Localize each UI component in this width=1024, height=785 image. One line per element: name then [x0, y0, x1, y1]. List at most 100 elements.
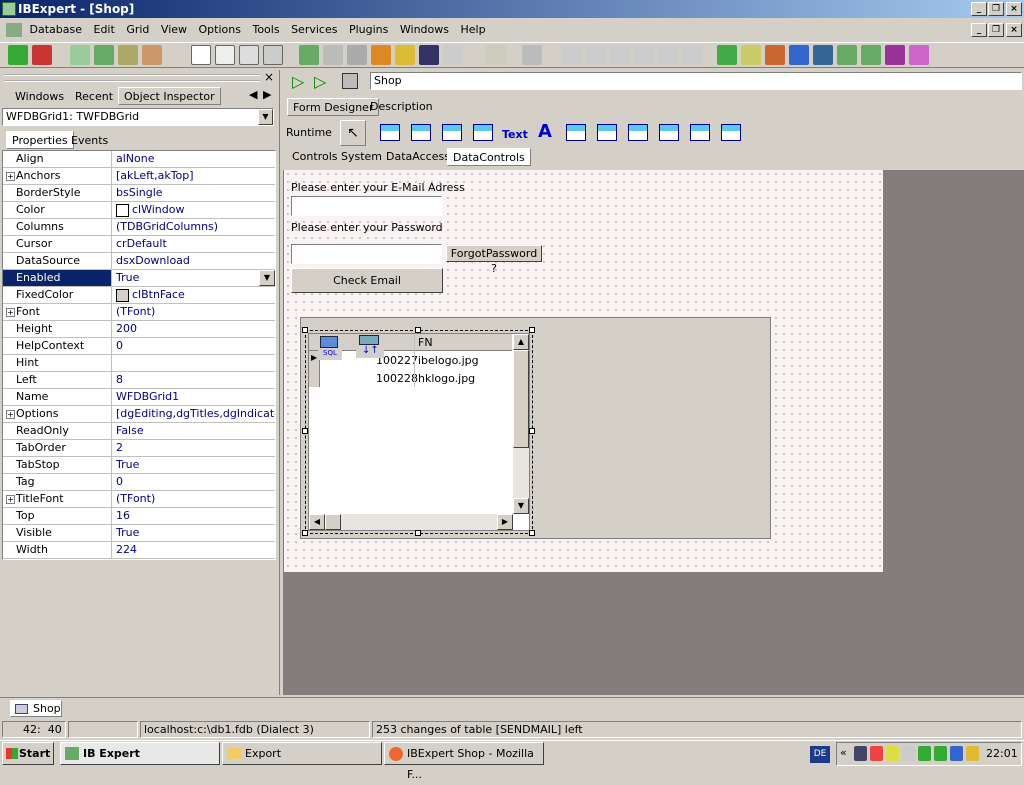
- replace-icon[interactable]: [681, 45, 702, 65]
- hscroll-thumb[interactable]: [325, 514, 341, 530]
- palette-tab-controls[interactable]: Controls: [287, 148, 343, 166]
- menu-edit[interactable]: Edit: [90, 23, 119, 36]
- property-name[interactable]: DataSource: [3, 253, 112, 269]
- tab-scroll-left-icon[interactable]: ◀: [249, 88, 257, 101]
- property-row[interactable]: Columns (TDBGridColumns): [3, 219, 275, 236]
- property-name[interactable]: Visible: [3, 525, 112, 541]
- check-email-button[interactable]: Check Email: [291, 268, 443, 293]
- chevron-down-icon[interactable]: ▼: [258, 109, 273, 125]
- restore-icon[interactable]: ❐: [988, 2, 1004, 16]
- cross-icon[interactable]: [885, 45, 905, 65]
- property-row[interactable]: Top 16: [3, 508, 275, 525]
- open-icon[interactable]: [215, 45, 235, 65]
- property-value[interactable]: 8: [113, 372, 275, 388]
- property-name[interactable]: Align: [3, 151, 112, 167]
- check-icon[interactable]: [861, 45, 881, 65]
- pointer-tool-icon[interactable]: ↖: [340, 120, 366, 146]
- resize-handle[interactable]: [302, 428, 308, 434]
- palette-tab-dataaccess[interactable]: DataAccess: [381, 148, 455, 166]
- cut-icon[interactable]: [561, 45, 582, 65]
- camera-icon[interactable]: [854, 746, 867, 761]
- property-name[interactable]: TabStop: [3, 457, 112, 473]
- grid-cell-id[interactable]: 100228: [376, 372, 418, 385]
- property-value[interactable]: True: [113, 525, 275, 541]
- property-value[interactable]: (TFont): [113, 304, 275, 320]
- eye-icon[interactable]: [966, 746, 979, 761]
- property-name[interactable]: BorderStyle: [3, 185, 112, 201]
- property-value[interactable]: 16: [113, 508, 275, 524]
- dbimage-icon[interactable]: [440, 121, 464, 145]
- backup-icon[interactable]: [141, 45, 162, 65]
- save-icon[interactable]: [239, 45, 259, 65]
- property-value[interactable]: [113, 355, 275, 371]
- panel-grip[interactable]: [4, 74, 260, 82]
- property-name[interactable]: Left: [3, 372, 112, 388]
- property-value[interactable]: clWindow: [113, 202, 275, 218]
- property-value[interactable]: (TDBGridColumns): [113, 219, 275, 235]
- task-export[interactable]: Export: [222, 742, 382, 765]
- property-value[interactable]: 200: [113, 321, 275, 337]
- tray-expand-icon[interactable]: «: [840, 746, 847, 759]
- scroll-right-icon[interactable]: ▶: [497, 514, 513, 530]
- book-icon[interactable]: [418, 45, 439, 65]
- menu-plugins[interactable]: Plugins: [345, 23, 392, 36]
- page-icon[interactable]: [442, 45, 463, 65]
- property-row[interactable]: +Options[dgEditing,dgTitles,dgIndicator…: [3, 406, 275, 423]
- property-value[interactable]: clBtnFace: [113, 287, 275, 303]
- resize-handle[interactable]: [529, 327, 535, 333]
- find-next-icon[interactable]: [657, 45, 678, 65]
- users-icon[interactable]: [370, 45, 391, 65]
- key-icon[interactable]: [394, 45, 415, 65]
- mdi-restore-icon[interactable]: ❐: [988, 23, 1004, 37]
- mdi-close-icon[interactable]: ×: [1006, 23, 1022, 37]
- grid-tray-icon[interactable]: [918, 746, 931, 761]
- tools-icon[interactable]: [717, 45, 737, 65]
- property-value[interactable]: False: [113, 423, 275, 439]
- dbcheck-icon[interactable]: [688, 121, 712, 145]
- tab-object-inspector[interactable]: Object Inspector: [118, 87, 221, 105]
- tab-windows[interactable]: Windows: [10, 88, 69, 106]
- email-input[interactable]: [291, 196, 442, 216]
- dbedit-icon[interactable]: [378, 121, 402, 145]
- scroll-down-icon[interactable]: ▼: [513, 498, 529, 514]
- table-icon[interactable]: [741, 45, 761, 65]
- close-icon[interactable]: ×: [1006, 2, 1022, 16]
- property-value[interactable]: dsxDownload: [113, 253, 275, 269]
- flower-icon[interactable]: [870, 746, 883, 761]
- menu-database[interactable]: Database: [26, 23, 87, 36]
- resize-handle[interactable]: [415, 327, 421, 333]
- property-row[interactable]: FixedColor clBtnFace: [3, 287, 275, 304]
- property-value[interactable]: 2: [113, 440, 275, 456]
- copy-icon[interactable]: [585, 45, 606, 65]
- property-name[interactable]: Columns: [3, 219, 112, 235]
- dbtext-icon[interactable]: [409, 121, 433, 145]
- property-value[interactable]: 0: [113, 338, 275, 354]
- chevron-down-icon[interactable]: ▼: [259, 270, 275, 286]
- property-name[interactable]: ReadOnly: [3, 423, 112, 439]
- tab-events[interactable]: Events: [66, 132, 113, 150]
- window-icon[interactable]: [322, 45, 343, 65]
- tree2-icon[interactable]: [765, 45, 785, 65]
- tab-properties[interactable]: Properties: [6, 131, 74, 149]
- monitor-icon[interactable]: [950, 746, 963, 761]
- save-form-icon[interactable]: [342, 73, 358, 89]
- tree-icon[interactable]: [298, 45, 319, 65]
- script-icon[interactable]: [813, 45, 833, 65]
- print-icon[interactable]: [263, 45, 283, 65]
- paste-icon[interactable]: [609, 45, 630, 65]
- dblabel-icon[interactable]: A: [533, 121, 557, 145]
- property-name[interactable]: Options: [3, 406, 112, 422]
- property-row[interactable]: BorderStyle bsSingle: [3, 185, 275, 202]
- property-row[interactable]: Name WFDBGrid1: [3, 389, 275, 406]
- property-name[interactable]: Anchors: [3, 168, 112, 184]
- palette-tab-system[interactable]: System: [336, 148, 387, 166]
- run-step-icon[interactable]: ▷: [314, 72, 326, 91]
- property-name[interactable]: Font: [3, 304, 112, 320]
- dblist-icon[interactable]: [595, 121, 619, 145]
- property-name[interactable]: Enabled: [3, 270, 112, 286]
- resize-handle[interactable]: [302, 530, 308, 536]
- resize-handle[interactable]: [302, 327, 308, 333]
- property-name[interactable]: Color: [3, 202, 112, 218]
- window-tab-shop[interactable]: Shop: [10, 700, 62, 717]
- property-row[interactable]: + TitleFont (TFont): [3, 491, 275, 508]
